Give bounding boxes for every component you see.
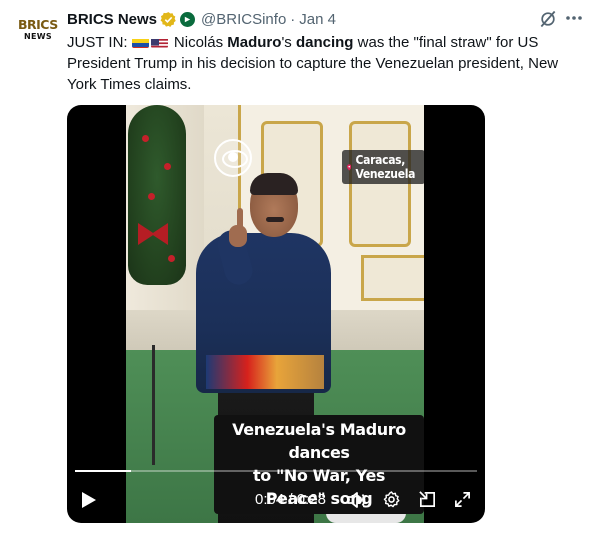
time-total: 0:28 [296,491,326,508]
avatar[interactable]: BRICS NEWS [16,14,58,56]
location-pin-icon [347,163,352,171]
venezuela-flag-icon [131,36,149,48]
cbs-logo-icon [214,139,252,177]
scene-christmas-tree [128,105,186,285]
header-separator: · [290,10,296,28]
tweet-text: JUST IN: Nicolás Maduro's dancing was th… [67,32,581,95]
video-player[interactable]: Caracas, Venezuela Venezuela's Maduro da… [67,105,485,523]
progress-bar[interactable] [75,470,477,472]
settings-gear-icon[interactable] [382,490,401,509]
text-part1: Nicolás [169,34,228,51]
text-bold-dancing: dancing [295,34,354,51]
time-separator: / [288,491,293,508]
avatar-news-text: NEWS [24,32,52,41]
more-icon[interactable] [565,15,583,21]
time-current: 0:04 [255,491,285,508]
location-badge: Caracas, Venezuela [342,150,424,184]
text-prefix: JUST IN: [67,34,132,51]
person-mustache [266,217,284,222]
grok-icon[interactable] [538,9,558,29]
video-frame[interactable]: Caracas, Venezuela Venezuela's Maduro da… [126,105,424,523]
video-time: 0:04 / 0:28 [255,491,326,508]
picture-in-picture-icon[interactable] [418,490,437,509]
affiliate-badge-icon[interactable] [180,11,196,27]
author-name[interactable]: BRICS News [67,11,157,28]
author-handle[interactable]: @BRICSinfo [201,11,286,28]
tweet-date[interactable]: Jan 4 [299,11,336,28]
text-part2: 's [281,34,296,51]
caption-line-1: Venezuela's Maduro dances [232,420,406,462]
text-bold-maduro: Maduro [227,34,282,51]
play-icon[interactable] [81,491,97,509]
avatar-brics-text: BRICS [18,17,58,32]
person-jacket-band [206,355,324,389]
us-flag-icon [150,36,168,48]
location-text: Caracas, Venezuela [355,153,416,181]
tweet-card[interactable]: BRICS NEWS BRICS News @BRICSinfo · Jan 4… [0,0,592,534]
scene-mic-stand [152,345,155,465]
video-controls: 0:04 / 0:28 [67,485,485,515]
tweet-header: BRICS News @BRICSinfo · Jan 4 [67,9,336,29]
verified-badge-icon[interactable] [160,11,177,28]
person-hand [229,225,247,247]
person-hair [250,173,298,195]
volume-icon[interactable] [346,491,366,509]
progress-fill [75,470,132,472]
fullscreen-icon[interactable] [454,491,471,508]
